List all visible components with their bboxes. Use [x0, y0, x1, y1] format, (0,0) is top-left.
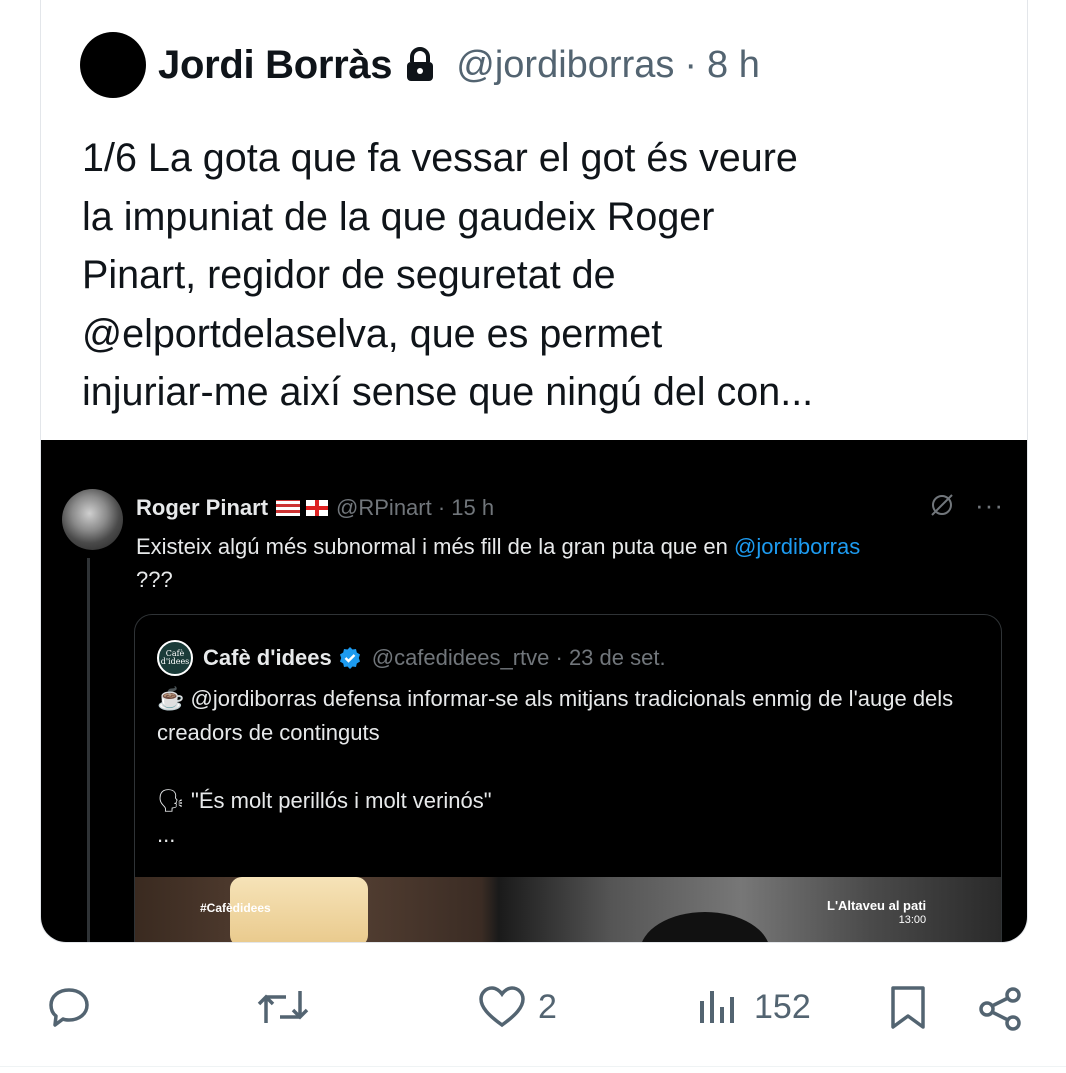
- quoted-header: Cafè d'idees Cafè d'idees @cafedidees_rt…: [157, 640, 666, 676]
- like-icon: [479, 986, 525, 1028]
- grok-icon: [929, 492, 955, 525]
- bookmark-icon: [891, 986, 925, 1029]
- reply-button[interactable]: [47, 985, 91, 1029]
- views-icon: [700, 991, 734, 1023]
- quoted-body: ☕ @jordiborras defensa informar-se als m…: [157, 682, 987, 852]
- bookmark-button[interactable]: [888, 985, 928, 1031]
- embedded-text-before: Existeix algú més subnormal i més fill d…: [136, 534, 734, 559]
- retweet-button[interactable]: [256, 985, 310, 1029]
- more-icon: ···: [975, 490, 1004, 520]
- tweet-actions: 2 152: [0, 975, 1066, 1045]
- embedded-handle: @RPinart · 15 h: [336, 495, 495, 520]
- verified-icon: [339, 647, 360, 669]
- author-avatar[interactable]: [80, 32, 146, 98]
- author-handle[interactable]: @jordiborras: [456, 44, 674, 87]
- share-icon: [979, 987, 1021, 1031]
- views-button[interactable]: 152: [698, 985, 811, 1029]
- embedded-author-avatar: [62, 489, 123, 550]
- quoted-handle: @cafedidees_rtve · 23 de set.: [371, 645, 666, 670]
- tweet-time[interactable]: 8 h: [707, 44, 760, 87]
- tweet-media-screenshot[interactable]: Roger Pinart @RPinart · 15 h ··· Existei…: [41, 440, 1027, 942]
- tweet-header: Jordi Borràs @jordiborras · 8 h: [80, 30, 760, 100]
- person-silhouette: [640, 912, 770, 942]
- tweet-card[interactable]: Jordi Borràs @jordiborras · 8 h 1/6 La g…: [40, 0, 1028, 943]
- quoted-ellipsis: ...: [157, 822, 176, 847]
- reply-icon: [49, 988, 89, 1027]
- bottom-divider: [0, 1066, 1066, 1067]
- retweet-icon: [257, 991, 309, 1023]
- quoted-line-2: 🗣 "És molt perillós i molt verinós": [157, 788, 492, 813]
- embedded-header: Roger Pinart @RPinart · 15 h: [136, 495, 494, 521]
- embedded-mention: @jordiborras: [733, 534, 861, 559]
- quoted-show-time: 13:00: [898, 914, 927, 926]
- quoted-line-1: ☕ @jordiborras defensa informar-se als m…: [157, 686, 954, 745]
- tweet-text: 1/6 La gota que fa vessar el got és veur…: [82, 136, 814, 414]
- quoted-show-label: L'Altaveu al pati 13:00: [827, 898, 927, 927]
- lock-icon: [407, 47, 434, 81]
- quoted-name: Cafè d'idees: [203, 645, 332, 670]
- embedded-text-after: ???: [136, 567, 173, 592]
- separator-dot: ·: [684, 43, 698, 86]
- author-name[interactable]: Jordi Borràs: [158, 43, 393, 88]
- like-button[interactable]: 2: [478, 985, 557, 1029]
- quoted-tweet: Cafè d'idees Cafè d'idees @cafedidees_rt…: [134, 614, 1002, 942]
- flag-icon: [276, 500, 301, 516]
- views-count: 152: [754, 987, 811, 1026]
- like-count: 2: [538, 987, 557, 1026]
- quoted-logo: Cafè d'idees: [157, 640, 193, 676]
- share-button[interactable]: [976, 985, 1024, 1033]
- flag-cross-icon: [306, 500, 329, 516]
- embedded-author-name: Roger Pinart: [136, 495, 269, 520]
- quoted-video-frame: #Cafèdidees L'Altaveu al pati 13:00: [135, 877, 1001, 942]
- embedded-text: Existeix algú més subnormal i més fill d…: [136, 530, 996, 596]
- quoted-image-tag: #Cafèdidees: [200, 901, 271, 915]
- thread-line: [87, 558, 90, 942]
